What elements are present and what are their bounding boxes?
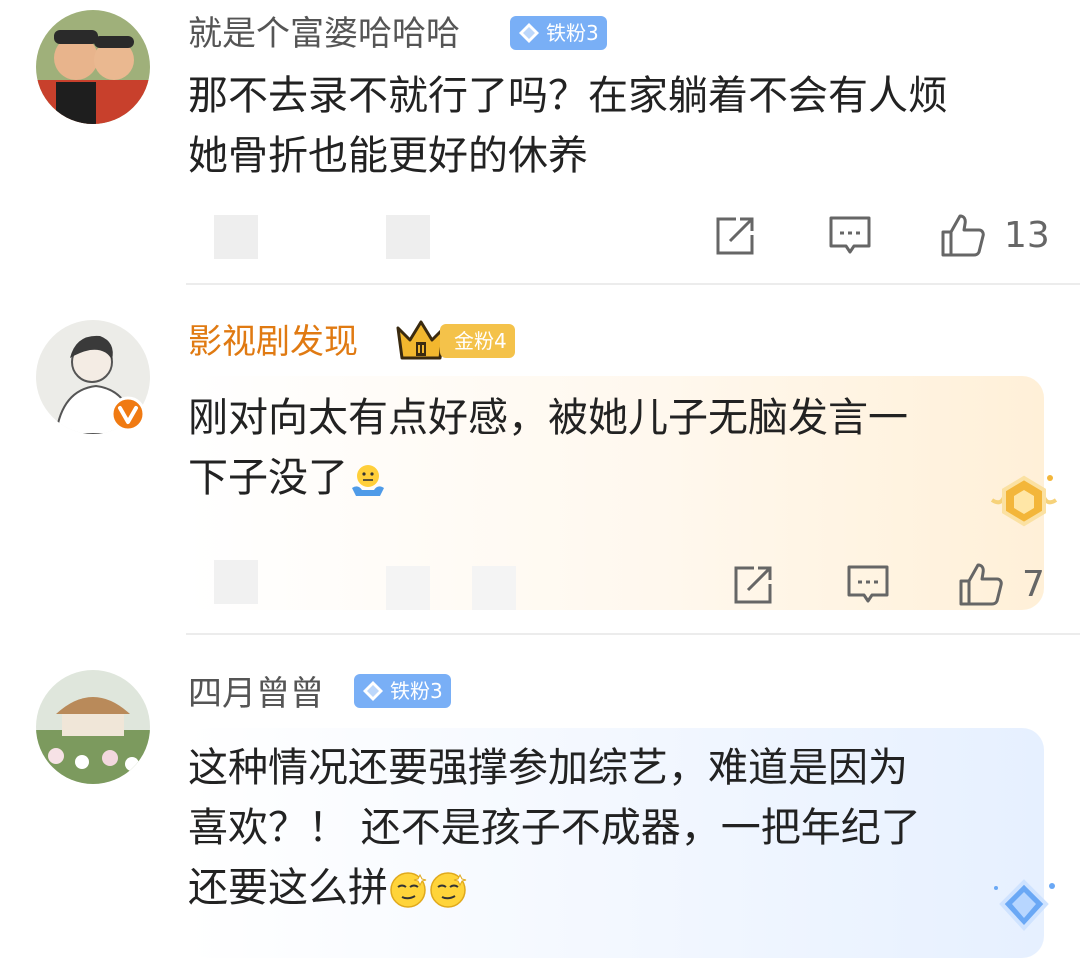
diamond-icon	[519, 23, 539, 43]
blurred-area	[386, 566, 430, 610]
verified-icon	[110, 396, 146, 432]
medal-icon	[990, 475, 1058, 527]
avatar[interactable]	[36, 10, 150, 124]
username[interactable]: 影视剧发现	[188, 320, 358, 364]
blurred-area	[472, 566, 516, 610]
comment-icon[interactable]	[828, 214, 872, 258]
shrug-emoji-icon	[352, 465, 384, 496]
diamond-icon	[994, 879, 1055, 931]
username[interactable]: 就是个富婆哈哈哈	[188, 12, 460, 56]
comment-3: 四月曾曾 铁粉3 这种情况还要强撑参加综艺，难道是因为 喜欢？！ 还不是孩子不成…	[0, 634, 1080, 958]
comment-text: 这种情况还要强撑参加综艺，难道是因为 喜欢？！ 还不是孩子不成器，一把年纪了 还…	[188, 745, 921, 911]
username[interactable]: 四月曾曾	[188, 672, 324, 716]
fan-badge: 铁粉3	[510, 16, 607, 50]
smirk-emoji-icon	[390, 872, 427, 908]
avatar[interactable]	[36, 670, 150, 784]
comment-actions: 13	[0, 206, 1080, 266]
fan-badge: 金粉4	[440, 324, 515, 358]
comment-2: 影视剧发现 金粉4 刚对向太有点好感，被她儿子无脑发言一 下子没了 7	[0, 284, 1080, 634]
like-icon[interactable]	[958, 561, 1004, 607]
share-icon[interactable]	[732, 564, 774, 606]
comment-icon[interactable]	[846, 563, 890, 607]
blurred-area	[214, 215, 258, 259]
like-count: 7	[1022, 564, 1045, 605]
smirk-emoji-icon	[430, 872, 467, 908]
blurred-area	[214, 560, 258, 604]
like-count: 13	[1004, 215, 1050, 256]
comment-text: 刚对向太有点好感，被她儿子无脑发言一 下子没了	[188, 395, 908, 501]
comment-text: 那不去录不就行了吗？在家躺着不会有人烦 她骨折也能更好的休养	[188, 73, 948, 179]
comment-actions: 7	[0, 554, 1080, 614]
diamond-icon	[363, 681, 383, 701]
like-icon[interactable]	[940, 212, 986, 258]
fan-badge: 铁粉3	[354, 674, 451, 708]
share-icon[interactable]	[714, 215, 756, 257]
comment-1: 就是个富婆哈哈哈 铁粉3 那不去录不就行了吗？在家躺着不会有人烦 她骨折也能更好…	[0, 0, 1080, 284]
blurred-area	[386, 215, 430, 259]
